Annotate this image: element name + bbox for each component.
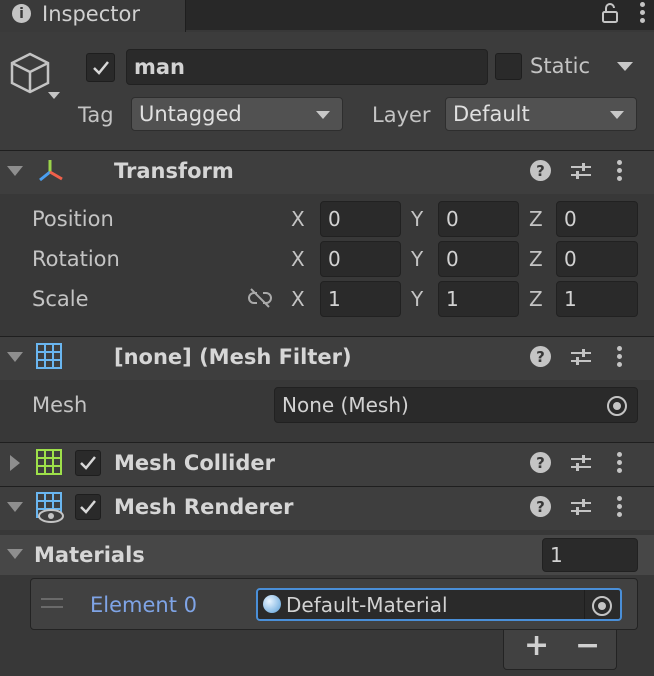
- mesh-collider-title: Mesh Collider: [114, 451, 275, 475]
- scale-x-field[interactable]: 1: [320, 281, 401, 317]
- mesh-collider-icon: [36, 449, 62, 475]
- mesh-renderer-foldout-icon[interactable]: [7, 502, 23, 512]
- transform-icon: [36, 158, 66, 186]
- add-element-button[interactable]: +: [524, 628, 549, 663]
- position-z-field[interactable]: 0: [556, 201, 638, 237]
- component-menu-icon[interactable]: [617, 452, 623, 476]
- lock-icon[interactable]: [600, 3, 620, 23]
- material-value: Default-Material: [286, 592, 448, 617]
- scale-z-axis[interactable]: Z: [529, 287, 543, 311]
- material-object-field[interactable]: Default-Material: [256, 588, 622, 621]
- scale-label: Scale: [32, 287, 89, 311]
- rotation-x-field[interactable]: 0: [320, 241, 401, 277]
- gameobject-name-field[interactable]: man: [126, 49, 488, 85]
- static-label: Static: [530, 54, 591, 78]
- component-menu-icon[interactable]: [617, 496, 623, 520]
- tag-dropdown[interactable]: Untagged: [131, 97, 343, 131]
- constrain-proportions-icon[interactable]: [247, 287, 273, 309]
- layer-label: Layer: [372, 103, 431, 127]
- tag-label: Tag: [78, 103, 114, 127]
- inspector-tab[interactable]: i Inspector: [0, 0, 186, 32]
- gameobject-active-checkbox[interactable]: [86, 53, 115, 82]
- layer-value: Default: [453, 102, 530, 126]
- info-icon: i: [12, 4, 31, 23]
- tag-value: Untagged: [139, 102, 242, 126]
- position-y-field[interactable]: 0: [438, 201, 519, 237]
- scale-y-axis[interactable]: Y: [411, 287, 423, 311]
- rotation-z-axis[interactable]: Z: [529, 247, 543, 271]
- mesh-collider-enabled-checkbox[interactable]: [75, 450, 101, 476]
- material-sphere-icon: [263, 595, 281, 613]
- mesh-value: None (Mesh): [282, 393, 409, 417]
- scale-x-axis[interactable]: X: [291, 287, 305, 311]
- scale-z-field[interactable]: 1: [556, 281, 638, 317]
- presets-icon[interactable]: [570, 346, 592, 368]
- gameobject-cube-icon[interactable]: [6, 50, 66, 106]
- static-checkbox[interactable]: [495, 53, 522, 80]
- transform-foldout-icon[interactable]: [7, 166, 23, 176]
- rotation-x-axis[interactable]: X: [291, 247, 305, 271]
- presets-icon[interactable]: [570, 496, 592, 518]
- mesh-filter-icon: [36, 343, 62, 369]
- drag-handle-icon[interactable]: [41, 598, 63, 608]
- help-icon[interactable]: ?: [530, 160, 551, 181]
- mesh-renderer-icon: [36, 492, 66, 524]
- help-icon[interactable]: ?: [530, 452, 551, 473]
- position-x-field[interactable]: 0: [320, 201, 401, 237]
- rotation-z-field[interactable]: 0: [556, 241, 638, 277]
- position-y-axis[interactable]: Y: [411, 207, 423, 231]
- materials-count-field[interactable]: 1: [542, 538, 638, 572]
- object-picker-icon[interactable]: [607, 396, 627, 416]
- help-icon[interactable]: ?: [530, 346, 551, 367]
- remove-element-button[interactable]: −: [575, 628, 600, 663]
- element-0-label: Element 0: [90, 593, 197, 617]
- layer-dropdown[interactable]: Default: [445, 97, 637, 131]
- material-field-divider: [584, 590, 585, 619]
- transform-title: Transform: [114, 159, 234, 183]
- help-icon[interactable]: ?: [530, 496, 551, 517]
- mesh-object-field[interactable]: None (Mesh): [274, 387, 638, 423]
- position-z-axis[interactable]: Z: [529, 207, 543, 231]
- object-picker-icon[interactable]: [592, 596, 612, 616]
- tab-title: Inspector: [42, 2, 140, 26]
- tab-menu-icon[interactable]: [640, 2, 646, 26]
- rotation-label: Rotation: [32, 247, 120, 271]
- chevron-down-icon: [316, 111, 330, 119]
- position-x-axis[interactable]: X: [291, 207, 305, 231]
- mesh-filter-foldout-icon[interactable]: [7, 352, 23, 362]
- chevron-down-icon: [610, 111, 624, 119]
- materials-foldout-icon[interactable]: [7, 549, 23, 559]
- component-menu-icon[interactable]: [617, 160, 623, 184]
- mesh-collider-foldout-icon[interactable]: [10, 455, 20, 471]
- rotation-y-field[interactable]: 0: [438, 241, 519, 277]
- transform-header[interactable]: [0, 150, 654, 194]
- static-dropdown-icon[interactable]: [617, 62, 633, 71]
- rotation-y-axis[interactable]: Y: [411, 247, 423, 271]
- presets-icon[interactable]: [570, 160, 592, 182]
- component-menu-icon[interactable]: [617, 346, 623, 370]
- mesh-renderer-title: Mesh Renderer: [114, 495, 294, 519]
- presets-icon[interactable]: [570, 452, 592, 474]
- mesh-renderer-enabled-checkbox[interactable]: [75, 494, 101, 520]
- scale-y-field[interactable]: 1: [438, 281, 519, 317]
- position-label: Position: [32, 207, 114, 231]
- mesh-filter-title: [none] (Mesh Filter): [114, 345, 352, 369]
- materials-title: Materials: [34, 543, 145, 567]
- mesh-label: Mesh: [32, 393, 88, 417]
